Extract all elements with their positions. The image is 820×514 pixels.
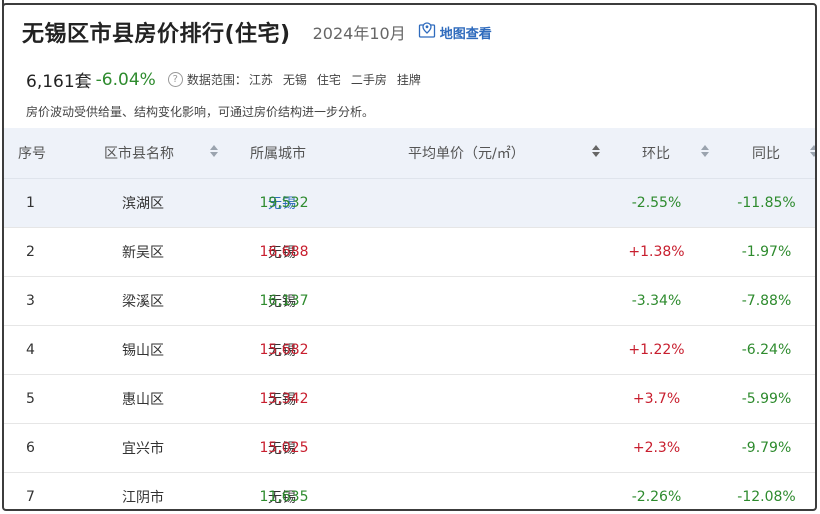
- row-price: 16,137: [259, 293, 309, 309]
- row-price: 11,635: [259, 489, 309, 505]
- row-price: 15,682: [259, 342, 309, 358]
- row-yoy: -6.24%: [741, 342, 792, 358]
- row-price: 19,532: [259, 195, 309, 211]
- summary-stats: 6,161套 -6.04% ? 数据范围： 江苏 无锡 住宅 二手房 挂牌: [26, 67, 421, 93]
- row-price: 15,342: [259, 391, 309, 407]
- row-yoy: -7.88%: [741, 293, 792, 309]
- row-yoy: -12.08%: [737, 489, 796, 505]
- period-label: 2024年10月: [312, 24, 406, 43]
- table-row[interactable]: 7 江阴市 无锡 11,635 -2.26% -12.08%: [4, 473, 815, 509]
- table-row[interactable]: 2 新吴区 无锡 16,688 +1.38% -1.97%: [4, 228, 815, 277]
- table-row[interactable]: 6 宜兴市 无锡 15,025 +2.3% -9.79%: [4, 424, 815, 473]
- col-mom[interactable]: 环比: [642, 128, 670, 178]
- table-row[interactable]: 1 滨湖区 无锡 19,532 -2.55% -11.85%: [4, 179, 815, 228]
- scope-source: 挂牌: [396, 73, 421, 87]
- scope-market: 二手房: [350, 73, 387, 87]
- listing-count: 6,161套: [26, 72, 92, 92]
- col-index: 序号: [18, 146, 46, 162]
- scope-label: 数据范围：: [186, 73, 247, 87]
- table-row[interactable]: 4 锡山区 无锡 15,682 +1.22% -6.24%: [4, 326, 815, 375]
- scope-city: 无锡: [282, 73, 307, 87]
- row-yoy: -5.99%: [741, 391, 792, 407]
- question-icon[interactable]: ?: [167, 72, 183, 87]
- scope-type: 住宅: [316, 73, 341, 87]
- row-price: 15,025: [259, 440, 309, 456]
- row-yoy: -9.79%: [741, 440, 792, 456]
- sort-mom-icon[interactable]: [701, 145, 709, 157]
- panel-header: 无锡区市县房价排行(住宅) 2024年10月 地图查看: [22, 15, 492, 49]
- price-change: -6.04%: [95, 69, 156, 90]
- disclaimer-note: 房价波动受供给量、结构变化影响，可通过房价结构进一步分析。: [26, 105, 375, 119]
- col-city: 所属城市: [250, 146, 306, 162]
- map-pin-icon: [418, 21, 436, 43]
- map-view-link[interactable]: 地图查看: [418, 21, 492, 43]
- sort-yoy-icon[interactable]: [810, 145, 815, 157]
- col-price[interactable]: 平均单价（元/㎡）: [408, 128, 525, 178]
- row-yoy: -1.97%: [741, 244, 792, 260]
- sort-price-icon[interactable]: [592, 145, 600, 157]
- ranking-table: 序号 区市县名称 所属城市 平均单价（元/㎡） 环比 同比 1 滨湖区 无锡 1…: [4, 128, 815, 509]
- row-price: 16,688: [259, 244, 309, 260]
- scope-province: 江苏: [248, 73, 273, 87]
- row-yoy: -11.85%: [737, 195, 796, 211]
- table-header: 序号 区市县名称 所属城市 平均单价（元/㎡） 环比 同比: [4, 128, 815, 179]
- col-district[interactable]: 区市县名称: [104, 128, 174, 178]
- sort-district-icon[interactable]: [210, 145, 218, 157]
- table-row[interactable]: 3 梁溪区 无锡 16,137 -3.34% -7.88%: [4, 277, 815, 326]
- ranking-panel: 无锡区市县房价排行(住宅) 2024年10月 地图查看 6,161套 -6.04…: [2, 3, 817, 511]
- table-row[interactable]: 5 惠山区 无锡 15,342 +3.7% -5.99%: [4, 375, 815, 424]
- map-view-label: 地图查看: [439, 26, 492, 42]
- page-title: 无锡区市县房价排行(住宅): [22, 22, 291, 47]
- col-yoy[interactable]: 同比: [752, 128, 780, 178]
